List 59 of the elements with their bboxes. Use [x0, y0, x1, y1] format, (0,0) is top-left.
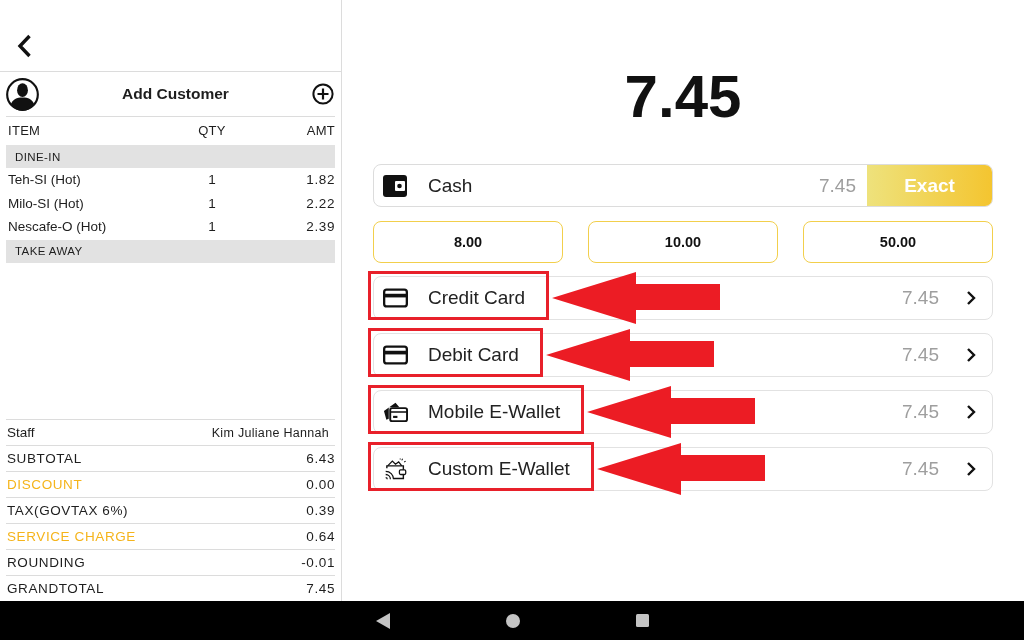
cash-row[interactable]: Cash 7.45 Exact	[373, 164, 993, 207]
amount-button[interactable]: 50.00	[803, 221, 993, 263]
total-amount: 7.45	[624, 67, 742, 127]
staff-name: Kim Juliane Hannah	[211, 425, 330, 440]
summary-label: SERVICE CHARGE	[6, 529, 136, 544]
back-icon[interactable]	[17, 34, 32, 58]
add-customer-label[interactable]: Add Customer	[39, 85, 312, 103]
user-avatar-icon	[6, 77, 39, 111]
chevron-right-icon	[966, 461, 976, 477]
method-label: Debit Card	[428, 344, 519, 366]
amount-button[interactable]: 10.00	[588, 221, 778, 263]
column-header: QTY	[198, 123, 226, 138]
item-name: Nescafe-O (Hot)	[7, 219, 107, 235]
cash-label: Cash	[428, 174, 473, 197]
order-group-header: TAKE AWAY	[6, 239, 335, 263]
chevron-right-icon	[966, 290, 976, 306]
nav-back-icon[interactable]	[375, 612, 390, 629]
method-amount: 7.45	[902, 344, 939, 366]
card-icon	[383, 344, 408, 366]
item-qty: 1	[208, 195, 216, 211]
column-header: ITEM	[7, 123, 41, 138]
summary-label: ROUNDING	[6, 555, 86, 570]
item-amount: 2.39	[306, 219, 335, 235]
summary-label: DISCOUNT	[6, 477, 83, 492]
item-name: Teh-SI (Hot)	[7, 172, 81, 188]
wallet-icon	[383, 174, 407, 197]
summary-value: 0.39	[306, 503, 335, 518]
add-icon[interactable]	[312, 83, 334, 105]
method-amount: 7.45	[902, 458, 939, 480]
contactless-wallet-icon	[383, 458, 408, 480]
amount-button[interactable]: 8.00	[373, 221, 563, 263]
summary-value: 6.43	[306, 451, 335, 466]
item-qty: 1	[208, 219, 216, 235]
staff-label: Staff	[6, 425, 35, 440]
summary-value: -0.01	[301, 555, 335, 570]
order-group-header: DINE-IN	[6, 145, 335, 168]
nav-recents-icon[interactable]	[635, 614, 649, 627]
nav-home-icon[interactable]	[505, 613, 520, 628]
summary-value: 0.64	[306, 529, 335, 544]
summary-value: 7.45	[306, 581, 335, 596]
method-label: Mobile E-Wallet	[428, 401, 561, 423]
summary-value: 0.00	[306, 477, 335, 492]
chevron-right-icon	[966, 347, 976, 363]
item-name: Milo-SI (Hot)	[7, 195, 84, 211]
method-amount: 7.45	[902, 401, 939, 423]
item-amount: 1.82	[306, 172, 335, 188]
summary-label: SUBTOTAL	[6, 451, 82, 466]
column-header: AMT	[306, 123, 335, 138]
item-amount: 2.22	[306, 195, 335, 211]
method-label: Custom E-Wallet	[428, 458, 570, 480]
summary-label: TAX(GOVTAX 6%)	[6, 503, 129, 518]
chevron-right-icon	[966, 404, 976, 420]
item-qty: 1	[208, 172, 216, 188]
cards-icon	[383, 401, 408, 423]
method-label: Credit Card	[428, 287, 526, 309]
card-icon	[383, 287, 408, 309]
summary-label: GRANDTOTAL	[6, 581, 104, 596]
method-amount: 7.45	[902, 287, 939, 309]
cash-amount: 7.45	[819, 174, 856, 197]
